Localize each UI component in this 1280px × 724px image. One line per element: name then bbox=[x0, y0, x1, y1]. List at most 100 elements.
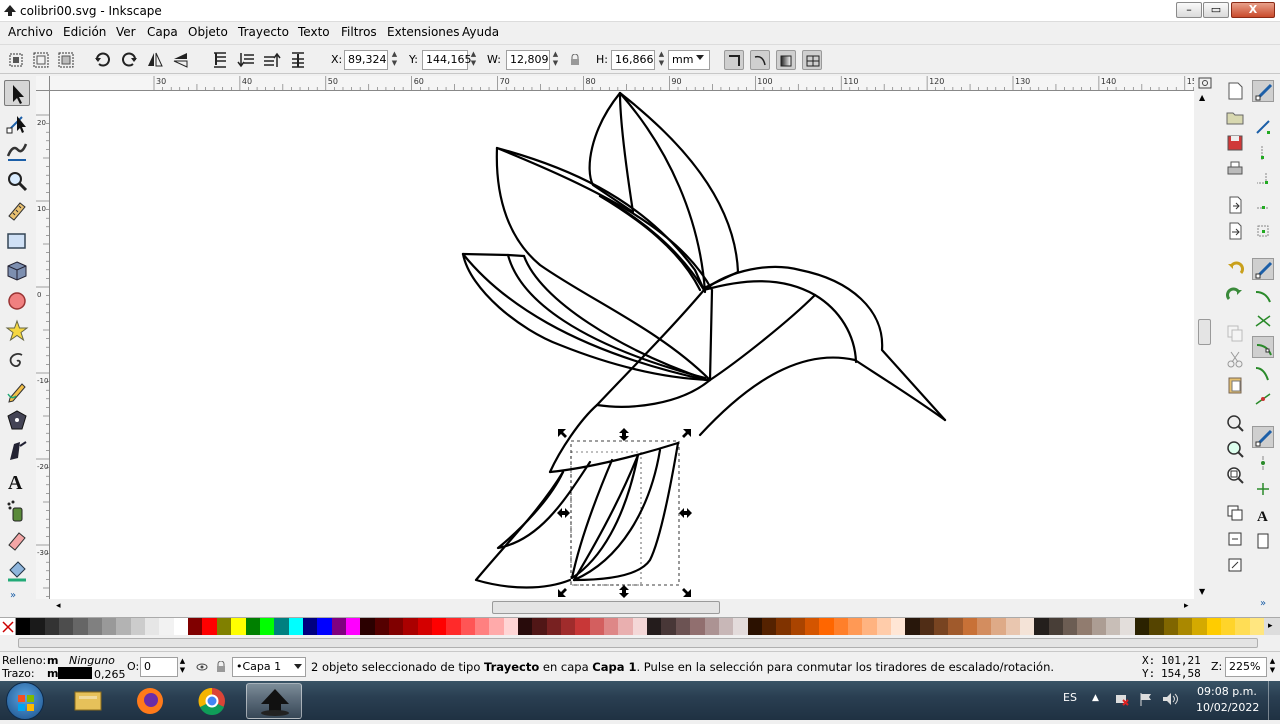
language-indicator[interactable]: ES bbox=[1063, 691, 1077, 704]
palette-swatch[interactable] bbox=[16, 618, 31, 635]
palette-swatch[interactable] bbox=[546, 618, 562, 635]
palette-swatch[interactable] bbox=[934, 618, 949, 635]
palette-swatch[interactable] bbox=[245, 618, 260, 635]
y-spinner-icon[interactable]: ▲ ▼ bbox=[469, 50, 478, 70]
palette-swatch[interactable] bbox=[388, 618, 404, 635]
selector-tool-icon[interactable] bbox=[4, 80, 30, 106]
snap-intersections-icon[interactable] bbox=[1252, 310, 1274, 332]
lock-icon[interactable] bbox=[570, 53, 580, 66]
tray-expand-icon[interactable]: ▲ bbox=[1092, 693, 1099, 703]
palette-swatch[interactable] bbox=[331, 618, 346, 635]
scroll-right-icon[interactable]: ▸ bbox=[1184, 601, 1189, 611]
zoom-input[interactable]: 225% bbox=[1225, 657, 1267, 677]
fill-value[interactable]: Ninguno bbox=[69, 654, 115, 667]
snap-text-baseline-icon[interactable]: A bbox=[1252, 504, 1274, 526]
zoom-page-icon[interactable] bbox=[1224, 464, 1246, 486]
palette-swatch[interactable] bbox=[776, 618, 791, 635]
menu-trayecto[interactable]: Trayecto bbox=[238, 25, 289, 39]
snap-bbox-center-icon[interactable] bbox=[1252, 220, 1274, 242]
palette-swatch[interactable] bbox=[819, 618, 834, 635]
move-gradients-icon[interactable] bbox=[776, 50, 796, 70]
paint-bucket-tool-icon[interactable] bbox=[4, 558, 30, 584]
palette-scroll-thumb[interactable] bbox=[18, 638, 1258, 648]
palette-swatch[interactable] bbox=[561, 618, 576, 635]
palette-swatch[interactable] bbox=[403, 618, 418, 635]
spray-tool-icon[interactable] bbox=[4, 498, 30, 524]
snap-bbox-icon[interactable] bbox=[1252, 116, 1274, 138]
menu-capa[interactable]: Capa bbox=[147, 25, 178, 39]
palette-swatch[interactable] bbox=[360, 618, 375, 635]
zoom-selection-icon[interactable] bbox=[1224, 412, 1246, 434]
measure-tool-icon[interactable] bbox=[4, 198, 30, 224]
palette-swatch[interactable] bbox=[1077, 618, 1092, 635]
palette-swatch[interactable] bbox=[460, 618, 475, 635]
palette-swatch[interactable] bbox=[231, 618, 246, 635]
palette-swatch[interactable] bbox=[1149, 618, 1164, 635]
opacity-input[interactable]: 0 bbox=[140, 657, 178, 677]
lower-to-bottom-icon[interactable] bbox=[210, 50, 230, 70]
palette-swatch[interactable] bbox=[761, 618, 777, 635]
palette-swatch[interactable] bbox=[188, 618, 203, 635]
palette-swatch[interactable] bbox=[1091, 618, 1107, 635]
snap-object-midpoints-icon[interactable] bbox=[1252, 452, 1274, 474]
palette-swatch[interactable] bbox=[374, 618, 389, 635]
palette-swatch[interactable] bbox=[1177, 618, 1193, 635]
text-tool-icon[interactable]: A bbox=[4, 468, 30, 494]
palette-scrollbar[interactable] bbox=[0, 636, 1280, 650]
move-patterns-icon[interactable] bbox=[802, 50, 822, 70]
snap-page-border-icon[interactable] bbox=[1252, 530, 1274, 552]
palette-swatch[interactable] bbox=[317, 618, 332, 635]
palette-swatch[interactable] bbox=[532, 618, 547, 635]
print-icon[interactable] bbox=[1224, 158, 1246, 180]
palette-swatch[interactable] bbox=[1206, 618, 1221, 635]
start-button-icon[interactable] bbox=[6, 682, 44, 720]
rotate-ccw-icon[interactable] bbox=[93, 50, 113, 70]
palette-swatch[interactable] bbox=[690, 618, 705, 635]
menu-edicion[interactable]: Edición bbox=[63, 25, 106, 39]
taskbar-explorer-icon[interactable] bbox=[60, 683, 116, 719]
palette-swatch[interactable] bbox=[833, 618, 848, 635]
snap-nodes-icon[interactable] bbox=[1252, 258, 1274, 280]
menu-archivo[interactable]: Archivo bbox=[8, 25, 53, 39]
w-spinner-icon[interactable]: ▲ ▼ bbox=[551, 50, 560, 70]
minimize-button[interactable]: – bbox=[1176, 2, 1202, 18]
palette-swatch[interactable] bbox=[790, 618, 805, 635]
palette-swatch[interactable] bbox=[905, 618, 920, 635]
palette-swatch[interactable] bbox=[1163, 618, 1178, 635]
palette-swatch[interactable] bbox=[30, 618, 45, 635]
export-icon[interactable] bbox=[1224, 220, 1246, 242]
zoom-drawing-icon[interactable] bbox=[1224, 438, 1246, 460]
show-desktop-button[interactable] bbox=[1268, 681, 1280, 720]
palette-swatch[interactable] bbox=[159, 618, 174, 635]
palette-swatch[interactable] bbox=[977, 618, 992, 635]
rotate-cw-icon[interactable] bbox=[119, 50, 139, 70]
taskbar-inkscape-icon[interactable] bbox=[246, 683, 302, 719]
snap-bbox-midpoint-icon[interactable] bbox=[1252, 194, 1274, 216]
palette-swatch[interactable] bbox=[1048, 618, 1064, 635]
no-paint-swatch-icon[interactable] bbox=[0, 618, 16, 635]
palette-swatch[interactable] bbox=[288, 618, 303, 635]
star-tool-icon[interactable] bbox=[4, 318, 30, 344]
drawing-canvas[interactable] bbox=[50, 91, 1194, 599]
palette-swatch[interactable] bbox=[862, 618, 877, 635]
layer-lock-icon[interactable] bbox=[216, 660, 226, 673]
raise-to-top-icon[interactable] bbox=[288, 50, 308, 70]
palette-swatch[interactable] bbox=[475, 618, 490, 635]
unit-select[interactable]: mm bbox=[668, 50, 710, 70]
import-icon[interactable] bbox=[1224, 194, 1246, 216]
menu-ver[interactable]: Ver bbox=[116, 25, 136, 39]
palette-swatch[interactable] bbox=[116, 618, 131, 635]
snap-bbox-edge-icon[interactable] bbox=[1252, 142, 1274, 164]
snap-toggle-icon[interactable] bbox=[1252, 80, 1274, 102]
menu-extensiones[interactable]: Extensiones bbox=[387, 25, 460, 39]
node-tool-icon[interactable] bbox=[4, 110, 30, 136]
open-document-icon[interactable] bbox=[1224, 106, 1246, 128]
palette-swatch[interactable] bbox=[1249, 618, 1264, 635]
palette-swatch[interactable] bbox=[661, 618, 676, 635]
palette-swatch[interactable] bbox=[604, 618, 619, 635]
snapbar-more-icon[interactable]: » bbox=[1260, 598, 1266, 609]
palette-swatch[interactable] bbox=[1020, 618, 1035, 635]
menu-ayuda[interactable]: Ayuda bbox=[462, 25, 499, 39]
flip-vertical-icon[interactable] bbox=[171, 50, 191, 70]
palette-swatch[interactable] bbox=[675, 618, 691, 635]
